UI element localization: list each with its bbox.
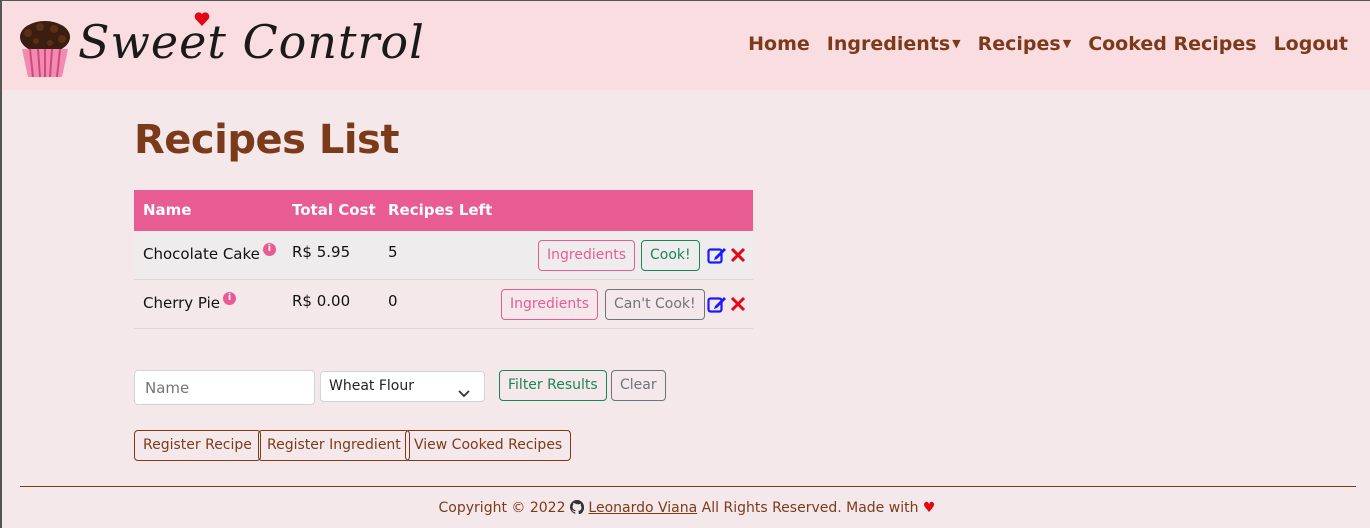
heart-icon: ♥ — [922, 500, 936, 516]
brand-logo[interactable]: Sweet Control — [18, 12, 424, 79]
table-row: Chocolate Cake i R$ 5.95 5 Ingredients Co… — [134, 231, 753, 280]
ingredient-select-value: Wheat Flour — [329, 378, 414, 394]
nav-home[interactable]: Home — [748, 33, 810, 55]
footer: Copyright © 2022 Leonardo Viana All Righ… — [2, 500, 1370, 518]
brand-title: Sweet Control — [78, 15, 425, 69]
cook-button[interactable]: Cook! — [641, 240, 700, 271]
navbar: Sweet Control Home Ingredients ▼ Recipes ▼… — [2, 1, 1370, 90]
recipe-name-text: Cherry Pie — [143, 294, 221, 312]
recipes-table: Name Total Cost Recipes Left Chocolate C… — [134, 190, 753, 329]
caret-down-icon: ▼ — [1062, 37, 1072, 50]
recipe-recipes-left: 0 — [388, 292, 398, 310]
register-ingredient-button[interactable]: Register Ingredient — [258, 430, 410, 461]
clear-button[interactable]: Clear — [611, 370, 666, 401]
ingredients-button[interactable]: Ingredients — [501, 289, 598, 320]
footer-divider — [20, 486, 1356, 487]
recipe-total-cost: R$ 0.00 — [292, 292, 351, 310]
header-name: Name — [143, 201, 192, 219]
edit-icon[interactable] — [707, 245, 727, 265]
footer-year: 2022 — [529, 500, 566, 516]
table-row: Cherry Pie i R$ 0.00 0 Ingredients Can't … — [134, 280, 753, 329]
header-recipes-left: Recipes Left — [388, 201, 493, 219]
page-title: Recipes List — [134, 117, 399, 163]
info-icon[interactable]: i — [262, 243, 276, 256]
delete-icon[interactable] — [730, 296, 746, 312]
ingredients-button[interactable]: Ingredients — [538, 240, 635, 271]
filter-results-button[interactable]: Filter Results — [499, 370, 607, 401]
nav-logout[interactable]: Logout — [1274, 33, 1348, 55]
footer-rights: All Rights Reserved. Made with — [701, 500, 919, 516]
nav-links: Home Ingredients ▼ Recipes ▼ Cooked Recipe… — [731, 33, 1348, 55]
github-icon — [569, 500, 584, 518]
heart-icon — [194, 11, 210, 31]
register-recipe-button[interactable]: Register Recipe — [134, 430, 261, 461]
cupcake-logo-icon — [18, 15, 72, 78]
recipe-name: Cherry Pie i — [143, 292, 237, 312]
nav-ingredients-label: Ingredients — [826, 33, 951, 55]
recipe-name-text: Chocolate Cake — [143, 245, 260, 263]
recipe-recipes-left: 5 — [388, 243, 398, 261]
ingredient-select[interactable]: Wheat Flour — [320, 371, 485, 402]
info-icon[interactable]: i — [223, 292, 237, 305]
nav-recipes-label: Recipes — [977, 33, 1061, 55]
edit-icon[interactable] — [707, 294, 727, 314]
author-link[interactable]: Leonardo Viana — [588, 500, 697, 516]
view-cooked-recipes-button[interactable]: View Cooked Recipes — [405, 430, 572, 461]
copyright-icon: © — [511, 500, 526, 516]
chevron-down-icon — [458, 381, 470, 398]
table-header: Name Total Cost Recipes Left — [134, 190, 753, 231]
cant-cook-button[interactable]: Can't Cook! — [605, 289, 705, 320]
delete-icon[interactable] — [730, 247, 746, 263]
recipe-total-cost: R$ 5.95 — [292, 243, 351, 261]
nav-ingredients-dropdown[interactable]: Ingredients ▼ — [827, 33, 961, 55]
footer-copyright: Copyright — [438, 500, 507, 516]
nav-cooked-recipes[interactable]: Cooked Recipes — [1088, 33, 1256, 55]
name-filter-input[interactable] — [134, 370, 315, 405]
nav-recipes-dropdown[interactable]: Recipes ▼ — [978, 33, 1072, 55]
caret-down-icon: ▼ — [952, 37, 961, 50]
header-total-cost: Total Cost — [292, 201, 376, 219]
recipe-name: Chocolate Cake i — [143, 243, 276, 263]
